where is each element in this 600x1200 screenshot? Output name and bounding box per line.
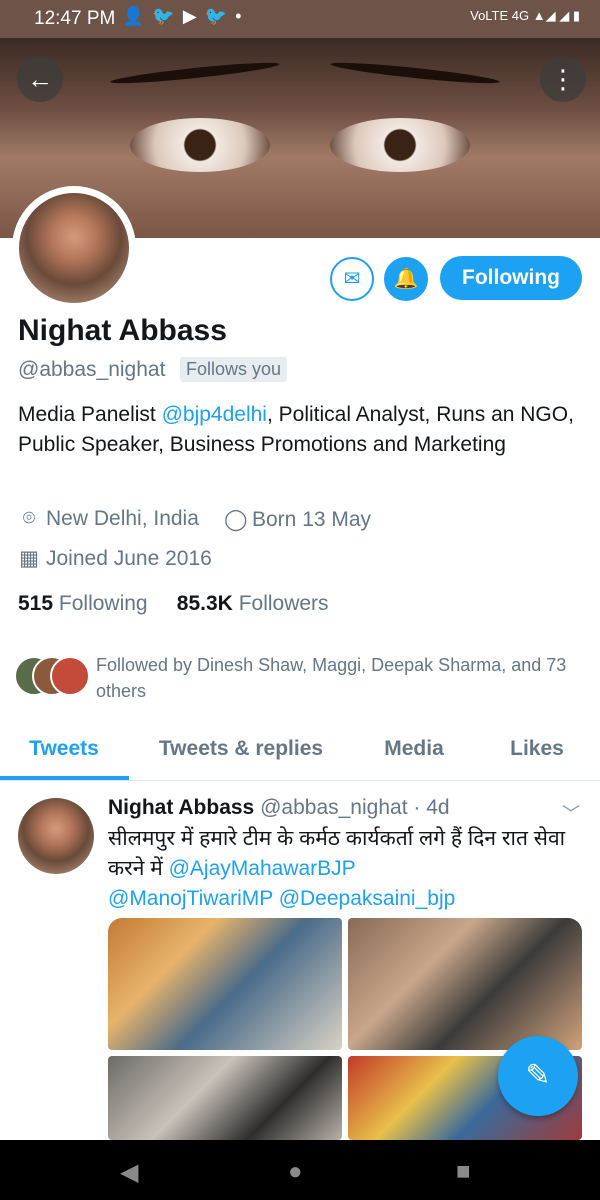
avatar-image <box>19 193 129 303</box>
system-nav-bar: ◀ ● ■ <box>0 1140 600 1200</box>
tweet-photo[interactable] <box>348 918 582 1050</box>
back-button[interactable]: ← <box>17 56 63 102</box>
tab-likes[interactable]: Likes <box>488 730 586 780</box>
nav-home-icon[interactable]: ● <box>288 1158 303 1186</box>
profile-bio: Media Panelist @bjp4delhi, Political Ana… <box>18 400 578 460</box>
tweet-header: Nighat Abbass @abbas_nighat · 4d <box>108 796 450 820</box>
following-count-link[interactable]: 515 Following <box>18 592 148 615</box>
tweet-mention-link[interactable]: @ManojTiwariMP <box>108 887 273 910</box>
profile-handle: @abbas_nighat <box>18 358 166 381</box>
banner-eye-left <box>130 118 270 172</box>
follow-counts: 515 Following 85.3K Followers <box>18 592 329 616</box>
location-text: New Delhi, India <box>46 507 199 530</box>
followers-count-link[interactable]: 85.3K Followers <box>177 592 329 615</box>
location-pin-icon: ⌾ <box>22 507 36 530</box>
bell-check-icon: 🔔 <box>393 268 419 290</box>
banner-brow-left <box>109 59 281 87</box>
tweet-author-handle: @abbas_nighat <box>260 796 408 819</box>
mail-icon: ✉ <box>343 268 361 290</box>
banner-brow-right <box>329 59 501 87</box>
youtube-icon: ▶ <box>182 6 205 26</box>
bio-mention-link[interactable]: @bjp4delhi <box>162 403 267 426</box>
feather-plus-icon: ✎ <box>525 1059 551 1092</box>
profile-tabs: Tweets Tweets & replies Media Likes <box>0 730 600 781</box>
profile-birthday: ◯ Born 13 May <box>224 507 371 532</box>
network-status: VoLTE 4G ▲◢ ◢ ▮ <box>470 8 580 24</box>
notification-icons: 👤🐦▶🐦• <box>122 6 249 27</box>
status-time: 12:47 PM <box>34 8 116 29</box>
message-button[interactable]: ✉ <box>330 257 374 301</box>
notifications-button[interactable]: 🔔 <box>384 257 428 301</box>
compose-tweet-button[interactable]: ✎ <box>498 1036 578 1116</box>
tweet-photo[interactable] <box>108 918 342 1050</box>
tweet-menu-chevron-icon[interactable]: ﹀ <box>562 800 580 826</box>
bio-text: Media Panelist <box>18 403 162 426</box>
tweet-mention-link[interactable]: @Deepaksaini_bjp <box>279 887 456 910</box>
dot-icon: • <box>235 6 250 26</box>
profile-avatar[interactable] <box>12 186 136 310</box>
profile-joined: ▦ Joined June 2016 <box>18 546 212 571</box>
status-bar: 12:47 PM 👤🐦▶🐦• VoLTE 4G ▲◢ ◢ ▮ <box>0 0 600 38</box>
followers-count: 85.3K <box>176 592 233 615</box>
active-tab-indicator <box>0 776 129 780</box>
tab-tweets-replies[interactable]: Tweets & replies <box>140 730 342 780</box>
more-vertical-icon: ⋮ <box>550 64 576 94</box>
following-count: 515 <box>18 592 54 615</box>
network-label: VoLTE 4G <box>470 8 530 23</box>
tweet-photo[interactable] <box>108 1056 342 1140</box>
tweet-avatar[interactable] <box>18 798 94 874</box>
signal-icon: ▲◢ ◢ ▮ <box>532 8 580 23</box>
nav-recents-icon[interactable]: ■ <box>456 1158 471 1186</box>
tab-tweets[interactable]: Tweets <box>0 730 128 780</box>
back-arrow-icon: ← <box>27 64 53 94</box>
tweet-text: सीलमपुर में हमारे टीम के कर्मठ कार्यकर्त… <box>108 824 588 914</box>
twitter-icon: 🐦 <box>204 6 236 26</box>
followed-by-avatars[interactable] <box>14 656 90 696</box>
nav-back-icon[interactable]: ◀ <box>120 1158 138 1187</box>
followers-label: Followers <box>238 592 329 615</box>
twitter-icon: 🐦 <box>152 6 183 26</box>
profile-name: Nighat Abbass <box>18 314 227 347</box>
tweet-mention-link[interactable]: @AjayMahawarBJP <box>169 857 356 880</box>
follows-you-badge: Follows you <box>180 357 288 382</box>
following-label: Following <box>58 592 148 615</box>
balloon-icon: ◯ <box>224 508 248 531</box>
followed-by-text[interactable]: Followed by Dinesh Shaw, Maggi, Deepak S… <box>96 652 586 704</box>
tweet-time: · 4d <box>413 796 450 819</box>
tweet-author-name[interactable]: Nighat Abbass <box>108 796 254 819</box>
banner-eye-right <box>330 118 470 172</box>
calendar-icon: ▦ <box>19 547 39 570</box>
following-button[interactable]: Following <box>440 256 582 300</box>
avatar <box>50 656 90 696</box>
birthday-text: Born 13 May <box>252 508 372 531</box>
joined-text: Joined June 2016 <box>46 547 212 570</box>
tab-media[interactable]: Media <box>364 730 464 780</box>
more-options-button[interactable]: ⋮ <box>540 56 586 102</box>
profile-location: ⌾ New Delhi, India <box>18 507 199 531</box>
add-person-icon: 👤 <box>122 6 153 26</box>
